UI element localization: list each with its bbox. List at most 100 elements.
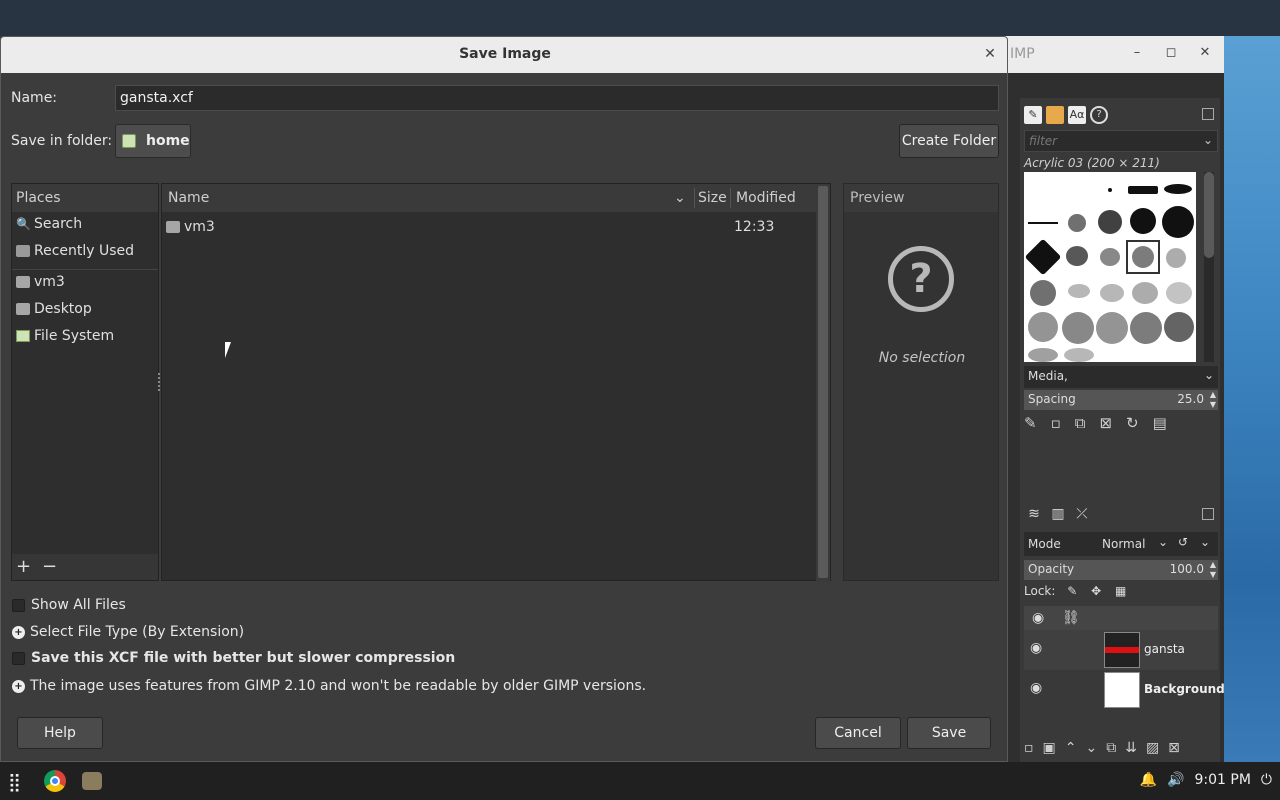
brush-preview[interactable] [1028,348,1058,362]
brush-preview[interactable] [1068,284,1090,298]
raise-layer-icon[interactable]: ⌃ [1065,740,1077,756]
brush-preview[interactable] [1132,282,1158,304]
merge-layer-icon[interactable]: ⇊ [1125,740,1137,756]
eye-icon[interactable]: ◉ [1030,680,1042,696]
column-size[interactable]: Size [698,190,727,206]
brush-preview[interactable] [1100,284,1124,302]
layer-row[interactable]: ◉ gansta [1024,630,1218,670]
chevron-down-icon[interactable]: ⌄ [1203,133,1213,147]
lock-position-icon[interactable]: ✥ [1091,584,1101,598]
column-name[interactable]: Name [168,190,209,206]
brush-preview[interactable] [1066,246,1088,266]
create-folder-button[interactable]: Create Folder [899,124,999,158]
brush-preview[interactable] [1068,214,1086,232]
place-recently-used[interactable]: Recently Used [12,239,158,265]
eye-icon[interactable]: ◉ [1030,640,1042,656]
place-desktop[interactable]: Desktop [12,297,158,323]
compatibility-notice[interactable]: The image uses features from GIMP 2.10 a… [30,678,646,694]
brush-scrollbar[interactable] [1204,172,1214,362]
brush-preview[interactable] [1062,312,1094,344]
compression-label[interactable]: Save this XCF file with better but slowe… [31,650,455,666]
brush-preview[interactable] [1132,246,1154,268]
chevron-down-icon[interactable]: ⌄ [1200,535,1210,549]
brush-preview[interactable] [1130,208,1156,234]
clock[interactable]: 9:01 PM [1195,772,1251,788]
open-brush-icon[interactable]: ▤ [1153,414,1167,432]
lower-layer-icon[interactable]: ⌄ [1085,740,1097,756]
opacity-spinner[interactable]: Opacity 100.0 ▲ ▼ [1024,560,1218,580]
close-icon[interactable]: ✕ [981,45,999,63]
help-button[interactable]: Help [17,717,103,749]
minimize-button[interactable]: – [1128,44,1146,62]
mask-layer-icon[interactable]: ▨ [1146,740,1159,756]
new-group-icon[interactable]: ▣ [1043,740,1056,756]
brush-preview[interactable] [1166,248,1186,268]
brush-grid[interactable] [1024,172,1196,362]
file-list-scrollbar[interactable] [816,184,830,582]
gimp-icon[interactable] [82,772,102,790]
compression-checkbox[interactable] [12,652,25,665]
chrome-icon[interactable] [44,770,66,792]
spin-arrows-icon[interactable]: ▲ ▼ [1210,560,1216,580]
folder-path-button[interactable]: home [115,124,191,158]
select-file-type-expander[interactable]: Select File Type (By Extension) [30,624,244,640]
reset-mode-icon[interactable]: ↺ [1178,535,1188,549]
layer-row[interactable]: ◉ Background [1024,670,1225,710]
brush-preview[interactable] [1128,186,1158,194]
brush-preview[interactable] [1098,210,1122,234]
maximize-button[interactable]: ◻ [1162,44,1180,62]
expander-plus-icon[interactable]: + [12,680,25,693]
brush-preview[interactable] [1096,312,1128,344]
expander-plus-icon[interactable]: + [12,626,25,639]
patterns-tab-icon[interactable] [1046,106,1064,124]
delete-layer-icon[interactable]: ⊠ [1168,740,1180,756]
save-button[interactable]: Save [907,717,991,749]
place-file-system[interactable]: File System [12,324,158,350]
channels-tab-icon[interactable]: ▥ [1048,506,1068,526]
show-all-files-checkbox[interactable] [12,599,25,612]
brush-preview[interactable] [1164,312,1194,342]
app-grid-icon[interactable]: ⣿ [8,772,21,793]
brush-preview[interactable] [1028,222,1058,224]
column-modified[interactable]: Modified [736,190,796,206]
delete-brush-icon[interactable]: ⊠ [1099,414,1112,432]
help-tab-icon[interactable]: ? [1090,106,1108,124]
brush-filter-input[interactable]: filter ⌄ [1024,130,1218,152]
brush-preview[interactable] [1166,282,1192,304]
remove-bookmark-button[interactable]: − [42,556,57,577]
refresh-brushes-icon[interactable]: ↻ [1126,414,1139,432]
brush-preview[interactable] [1064,348,1094,362]
session-icon[interactable]: ⏻ [1261,772,1272,788]
paths-tab-icon[interactable]: ⤫ [1072,506,1092,526]
layers-menu-icon[interactable] [1202,508,1214,520]
pane-resize-handle[interactable] [158,373,160,391]
gimp-close-button[interactable]: ✕ [1196,44,1214,62]
layers-tab-icon[interactable]: ≋ [1024,506,1044,526]
lock-pixels-icon[interactable]: ✎ [1067,584,1077,598]
fonts-tab-icon[interactable]: Aα [1068,106,1086,124]
place-search[interactable]: 🔍 Search [12,212,158,238]
lock-alpha-icon[interactable]: ▦ [1115,584,1126,598]
sort-chevron-icon[interactable]: ⌄ [674,190,686,206]
brush-tag-select[interactable]: Media, ⌄ [1024,366,1218,388]
cancel-button[interactable]: Cancel [815,717,901,749]
spacing-spinner[interactable]: Spacing 25.0 ▲ ▼ [1024,390,1218,410]
new-brush-icon[interactable]: ▫ [1051,414,1061,432]
show-all-files-label[interactable]: Show All Files [31,597,126,613]
dock-menu-icon[interactable] [1202,108,1214,120]
new-layer-icon[interactable]: ▫ [1024,740,1034,756]
brush-preview[interactable] [1162,206,1194,238]
place-vm3[interactable]: vm3 [12,270,158,296]
brush-preview[interactable] [1030,280,1056,306]
brush-preview[interactable] [1164,184,1192,194]
add-bookmark-button[interactable]: + [16,556,31,577]
duplicate-brush-icon[interactable]: ⧉ [1075,414,1086,432]
volume-icon[interactable]: 🔊 [1167,772,1184,788]
brush-preview[interactable] [1108,188,1112,192]
brush-preview[interactable] [1028,312,1058,342]
brushes-tab-icon[interactable]: ✎ [1024,106,1042,124]
filename-input[interactable] [115,85,999,111]
brush-preview[interactable] [1100,248,1120,266]
brush-preview[interactable] [1024,238,1062,276]
bell-icon[interactable]: 🔔 [1140,772,1157,788]
